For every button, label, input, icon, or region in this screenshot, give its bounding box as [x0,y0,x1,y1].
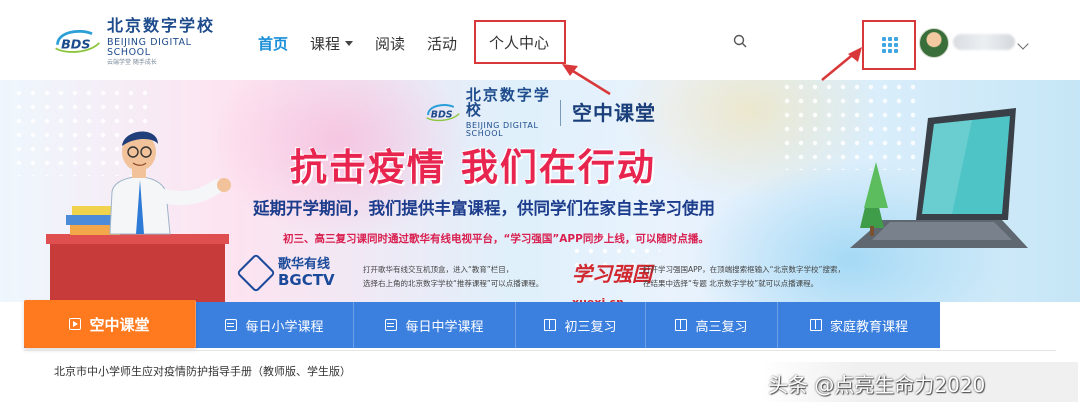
site-header: BDS 北京数字学校 BEIJING DIGITAL SCHOOL 云端学堂 随… [0,0,1080,80]
tab-label: 每日小学课程 [245,319,324,335]
site-logo[interactable]: BDS 北京数字学校 BEIJING DIGITAL SCHOOL 云端学堂 随… [52,16,227,66]
xuexi-name: 学习强国 [572,262,652,286]
nav-home[interactable]: 首页 [258,33,288,54]
main-nav: 首页 课程 阅读 活动 [258,30,479,56]
nav-activities[interactable]: 活动 [427,33,457,54]
tab-label: 每日中学课程 [405,319,484,335]
logo-name-cn: 北京数字学校 [106,16,215,35]
xuexi-desc-line: 打开学习强国APP，在顶端搜索框输入“北京数字学校”搜索， [643,265,845,274]
tab-label: 家庭教育课程 [829,319,908,335]
banner-logo-abbr: BDS [431,110,453,121]
username-blurred[interactable] [953,34,1015,50]
bgctv-name-cn: 歌华有线 [278,257,331,272]
logo-tagline: 云端学堂 随手成长 [106,59,157,66]
logo-abbr: BDS [61,37,90,52]
banner-subline: 延期开学期间，我们提供丰富课程，供同学们在家自主学习使用 [253,199,715,218]
bgctv-desc-line: 选择右上角的北京数字学校“推荐课程”可以点播课程。 [363,279,544,288]
tab-daily-secondary[interactable]: 每日中学课程 [354,302,516,348]
bgctv-desc-line: 打开歌华有线交互机顶盒，进入“教育”栏目， [363,265,514,274]
bgctv-description: 打开歌华有线交互机顶盒，进入“教育”栏目， 选择右上角的北京数字学校“推荐课程”… [363,263,543,291]
play-icon [69,318,82,330]
chevron-down-icon [345,40,354,46]
partner-bgctv: 歌华有线 BGCTV [236,253,335,293]
banner-logo-cn: 北京数字学校 [465,86,551,119]
calendar-icon [225,319,238,331]
book-icon [809,319,822,331]
tab-label: 初三复习 [564,319,617,335]
laptop-illustration [850,108,1028,248]
nav-courses-label: 课程 [310,34,341,53]
logo-name-en: BEIJING DIGITAL SCHOOL [106,37,192,58]
watermark-text: 头条 @点亮生命力2020 [768,373,986,397]
tab-grade12-review[interactable]: 高三复习 [646,302,778,348]
grid-icon[interactable] [882,37,898,53]
bgctv-logo-icon [236,253,276,293]
banner-logo: BDS 北京数字学校 BEIJING DIGITAL SCHOOL [424,88,559,138]
tab-grade9-review[interactable]: 初三复习 [516,302,646,348]
nav-personal-center[interactable]: 个人中心 [489,32,549,53]
tab-family-education[interactable]: 家庭教育课程 [778,302,940,348]
tab-daily-primary[interactable]: 每日小学课程 [196,302,354,348]
bgctv-name-en: BGCTV [278,271,335,289]
nav-reading[interactable]: 阅读 [375,33,405,54]
bds-logo-icon: BDS [55,30,100,53]
nav-courses[interactable]: 课程 [310,33,354,54]
search-icon[interactable] [733,34,747,48]
tab-label: 空中课堂 [89,315,150,334]
divider [24,350,1056,351]
tab-air-classroom[interactable]: 空中课堂 [24,300,196,348]
course-tabs: 空中课堂 每日小学课程 每日中学课程 初三复习 高三复习 家庭教育课程 [24,300,940,348]
banner-logo-en: BEIJING DIGITAL SCHOOL [465,121,539,138]
bds-logo-icon: BDS [426,104,460,122]
avatar[interactable] [919,28,949,58]
divider [560,100,561,126]
calendar-icon [385,319,398,331]
page: BDS 北京数字学校 BEIJING DIGITAL SCHOOL 云端学堂 随… [0,0,1080,415]
banner-program-title: 空中课堂 [572,101,656,125]
teacher-illustration [46,131,231,302]
xuexi-description: 打开学习强国APP，在顶端搜索框输入“北京数字学校”搜索， 在结果中选择“专题 … [643,263,845,291]
chevron-down-icon[interactable] [1017,38,1029,50]
banner-slogan: 抗击疫情 我们在行动 [290,146,656,189]
xuexi-desc-line: 在结果中选择“专题 北京数字学校”就可以点播课程。 [643,279,819,288]
tab-label: 高三复习 [695,319,748,335]
banner-notice: 初三、高三复习课同时通过歌华有线电视平台，“学习强国”APP同步上线，可以随时点… [283,233,709,245]
book-icon [675,319,688,331]
book-icon [544,319,557,331]
prevention-handbook-link[interactable]: 北京市中小学师生应对疫情防护指导手册（教师版、学生版） [54,363,351,379]
